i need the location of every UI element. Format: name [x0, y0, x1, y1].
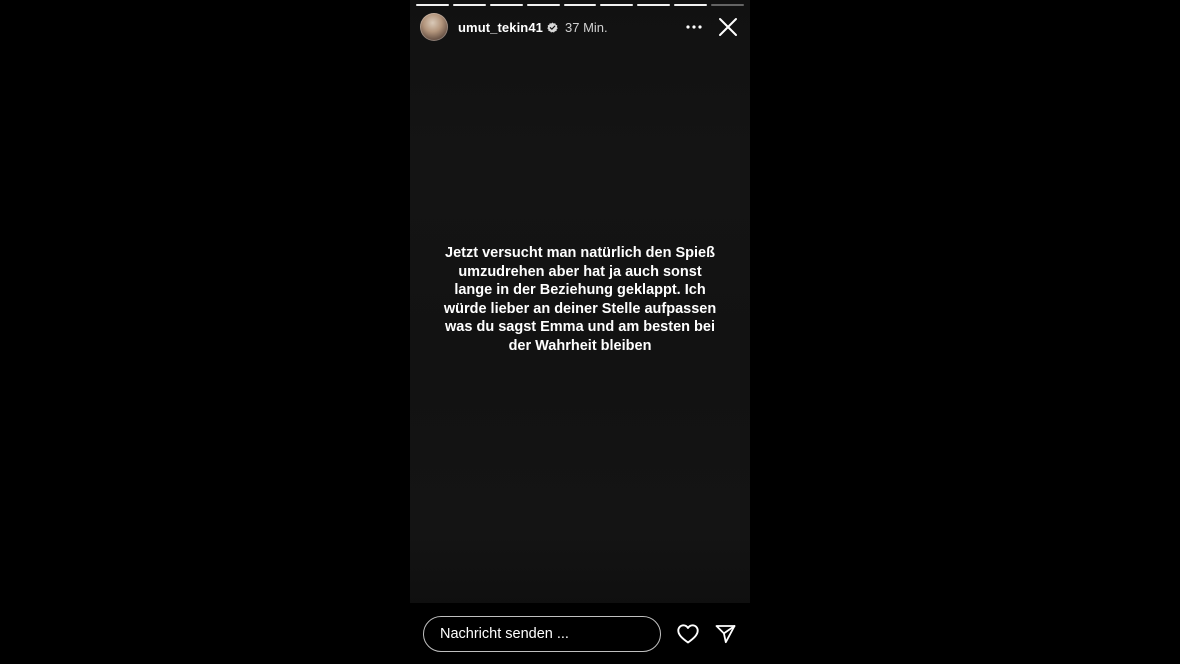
story-viewer: umut_tekin41 37 Min. Jetzt versucht man … [0, 0, 1180, 664]
avatar[interactable] [420, 13, 448, 41]
progress-segment [600, 4, 634, 6]
progress-segment [416, 4, 449, 6]
verified-badge-icon [547, 21, 558, 33]
story-footer [410, 603, 750, 664]
more-options-icon [686, 25, 702, 29]
progress-bar [416, 4, 745, 6]
progress-segment [563, 4, 597, 6]
progress-segment [674, 4, 708, 6]
send-button[interactable] [710, 619, 740, 649]
close-icon [719, 18, 737, 36]
progress-segment [452, 4, 486, 6]
story-text: Jetzt versucht man natürlich den Spieß u… [443, 245, 717, 354]
send-icon [715, 624, 735, 643]
story-frame[interactable]: umut_tekin41 37 Min. Jetzt versucht man … [410, 0, 750, 664]
progress-segment-active [711, 4, 745, 6]
post-time: 37 Min. [565, 19, 608, 35]
heart-icon [677, 623, 699, 643]
like-button[interactable] [673, 619, 703, 649]
username[interactable]: umut_tekin41 [458, 20, 543, 35]
progress-segment [526, 4, 560, 6]
story-header: umut_tekin41 37 Min. [420, 12, 742, 42]
message-input[interactable] [423, 615, 661, 652]
progress-segment [489, 4, 523, 6]
close-button[interactable] [714, 13, 742, 41]
more-options-button[interactable] [680, 13, 708, 41]
progress-segment [637, 4, 671, 6]
